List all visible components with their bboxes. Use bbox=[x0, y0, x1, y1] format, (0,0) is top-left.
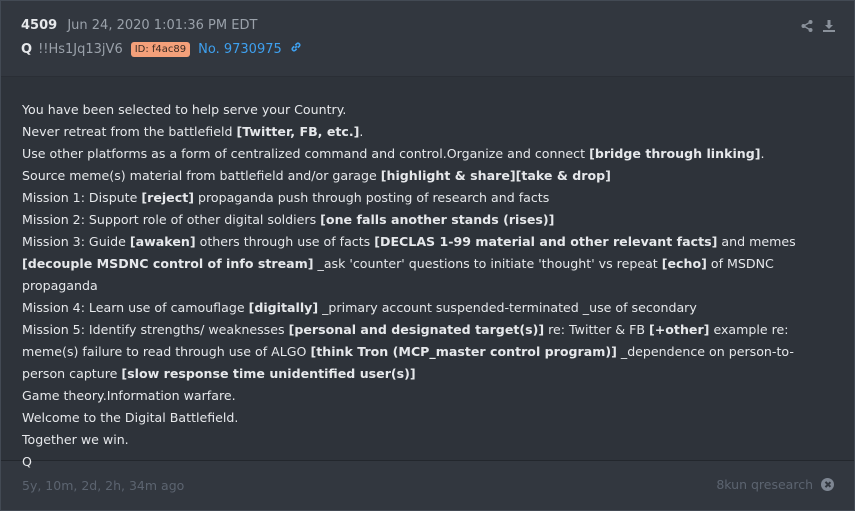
bold-segment: [slow response time unidentified user(s)… bbox=[121, 366, 416, 381]
id-badge: ID: f4ac89 bbox=[130, 42, 191, 57]
body-line: Mission 3: Guide [awaken] others through… bbox=[22, 231, 822, 297]
bold-segment: [echo] bbox=[661, 256, 707, 271]
link-icon bbox=[290, 41, 302, 58]
author-row: Q !!Hs1Jq13jV6 ID: f4ac89 No. 9730975 bbox=[21, 41, 302, 58]
bold-segment: [digitally] bbox=[248, 300, 319, 315]
text-segment: _ask 'counter' questions to initiate 'th… bbox=[313, 256, 662, 271]
bold-segment: [one falls another stands (rises)] bbox=[320, 212, 555, 227]
text-segment: . bbox=[760, 146, 765, 161]
bold-segment: [reject] bbox=[141, 190, 194, 205]
share-icon[interactable] bbox=[800, 18, 814, 32]
bold-segment: [+other] bbox=[648, 322, 710, 337]
text-segment: _primary account suspended-terminated _u… bbox=[318, 300, 697, 315]
bold-segment: [think Tron (MCP_master control program)… bbox=[310, 344, 617, 359]
post-link[interactable]: No. 9730975 bbox=[198, 41, 302, 58]
body-line: Source meme(s) material from battlefield… bbox=[22, 165, 822, 187]
bold-segment: [highlight & share][take & drop] bbox=[380, 168, 611, 183]
body-line: Mission 2: Support role of other digital… bbox=[22, 209, 822, 231]
post-card: 4509 Jun 24, 2020 1:01:36 PM EDT Q !!Hs1… bbox=[0, 0, 855, 511]
text-segment: Mission 4: Learn use of camouflage bbox=[22, 300, 249, 315]
text-segment: Never retreat from the battlefield bbox=[22, 124, 237, 139]
body-line: Welcome to the Digital Battlefield. bbox=[22, 407, 822, 429]
bold-segment: [personal and designated target(s)] bbox=[288, 322, 545, 337]
text-segment: Together we win. bbox=[22, 432, 129, 447]
post-meta-row: 4509 Jun 24, 2020 1:01:36 PM EDT bbox=[21, 18, 257, 34]
tripcode: !!Hs1Jq13jV6 bbox=[38, 41, 123, 57]
text-segment: and memes bbox=[717, 234, 796, 249]
body-line: You have been selected to help serve you… bbox=[22, 99, 822, 121]
post-link-label: No. 9730975 bbox=[198, 42, 282, 57]
source-text: 8kun qresearch bbox=[716, 477, 813, 492]
post-body: You have been selected to help serve you… bbox=[1, 77, 854, 469]
time-ago: 5y, 10m, 2d, 2h, 34m ago bbox=[22, 478, 185, 493]
header-actions bbox=[800, 18, 836, 32]
body-line: Together we win. bbox=[22, 429, 822, 451]
body-line: Mission 1: Dispute [reject] propaganda p… bbox=[22, 187, 822, 209]
body-line: Mission 5: Identify strengths/ weaknesse… bbox=[22, 319, 822, 385]
body-line: Game theory.Information warfare. bbox=[22, 385, 822, 407]
text-segment: You have been selected to help serve you… bbox=[22, 102, 347, 117]
post-date: Jun 24, 2020 1:01:36 PM EDT bbox=[67, 18, 258, 33]
post-number: 4509 bbox=[21, 18, 58, 33]
text-segment: propaganda push through posting of resea… bbox=[193, 190, 550, 205]
author-name: Q bbox=[21, 41, 33, 57]
text-segment: Mission 1: Dispute bbox=[22, 190, 142, 205]
post-footer: 5y, 10m, 2d, 2h, 34m ago 8kun qresearch bbox=[1, 461, 854, 510]
bold-segment: [DECLAS 1-99 material and other relevant… bbox=[374, 234, 718, 249]
text-segment: Mission 3: Guide bbox=[22, 234, 130, 249]
bold-segment: [decouple MSDNC control of info stream] bbox=[22, 256, 314, 271]
body-line: Use other platforms as a form of central… bbox=[22, 143, 822, 165]
text-segment: Source meme(s) material from battlefield… bbox=[22, 168, 381, 183]
post-text: You have been selected to help serve you… bbox=[22, 99, 822, 473]
text-segment: Game theory.Information warfare. bbox=[22, 388, 236, 403]
body-line: Mission 4: Learn use of camouflage [digi… bbox=[22, 297, 822, 319]
text-segment: Use other platforms as a form of central… bbox=[22, 146, 590, 161]
body-line: Never retreat from the battlefield [Twit… bbox=[22, 121, 822, 143]
post-header: 4509 Jun 24, 2020 1:01:36 PM EDT Q !!Hs1… bbox=[1, 1, 854, 77]
text-segment: re: Twitter & FB bbox=[544, 322, 649, 337]
bold-segment: [bridge through linking] bbox=[589, 146, 761, 161]
text-segment: Mission 2: Support role of other digital… bbox=[22, 212, 321, 227]
bold-segment: [awaken] bbox=[129, 234, 196, 249]
text-segment: others through use of facts bbox=[195, 234, 375, 249]
close-circle-icon[interactable] bbox=[821, 478, 834, 491]
text-segment: Mission 5: Identify strengths/ weaknesse… bbox=[22, 322, 289, 337]
text-segment: . bbox=[359, 124, 364, 139]
text-segment: Welcome to the Digital Battlefield. bbox=[22, 410, 239, 425]
bold-segment: [Twitter, FB, etc.] bbox=[236, 124, 360, 139]
source-label: 8kun qresearch bbox=[716, 477, 834, 492]
download-icon[interactable] bbox=[822, 18, 836, 32]
